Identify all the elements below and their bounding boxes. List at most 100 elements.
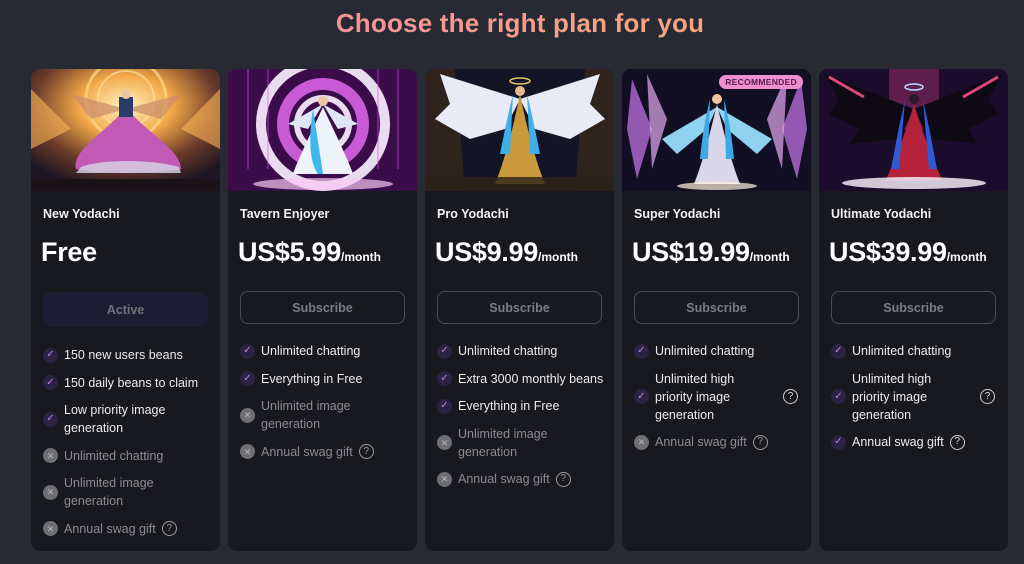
- help-icon[interactable]: ?: [161, 521, 177, 536]
- golden-angel-artwork: [31, 69, 220, 191]
- feature-text: 150 daily beans to claim: [64, 375, 199, 390]
- plan-price: Free: [41, 237, 97, 268]
- subscribe-button[interactable]: Subscribe: [634, 291, 799, 324]
- plan-cards: New Yodachi Free Active ✓ 150 new users bean…: [31, 69, 1008, 551]
- feature-text: Unlimited chatting: [64, 448, 164, 463]
- subscribe-button[interactable]: Subscribe: [831, 291, 996, 324]
- feature-text: Annual swag gift: [261, 444, 353, 459]
- plan-price: US$9.99/month: [435, 237, 578, 268]
- feature-item: ✓ Extra 3000 monthly beans: [437, 370, 607, 388]
- feature-item: ✕ Unlimited image generation: [43, 474, 213, 510]
- price-period: /month: [537, 250, 578, 264]
- feature-item: ✓ Everything in Free: [437, 397, 607, 415]
- feature-text: Unlimited image generation: [64, 476, 154, 508]
- feature-item: ✓ Everything in Free: [240, 370, 410, 388]
- check-icon: ✓: [831, 434, 846, 450]
- plan-card: Pro Yodachi US$9.99/month Subscribe ✓ Unlimi…: [425, 69, 614, 551]
- feature-text: Unlimited high priority image generation: [852, 371, 932, 422]
- feature-item: ✓ Unlimited high priority image generatio…: [831, 370, 1001, 424]
- price-amount: US$19.99: [632, 237, 750, 267]
- plan-name: Super Yodachi: [634, 207, 721, 221]
- plan-name: New Yodachi: [43, 207, 120, 221]
- feature-item: ✓ Unlimited high priority image generatio…: [634, 370, 804, 424]
- price-period: /month: [340, 250, 381, 264]
- cross-icon: ✕: [43, 484, 58, 500]
- cross-icon: ✕: [437, 471, 452, 487]
- feature-text: Annual swag gift: [852, 435, 944, 449]
- page-title: Choose the right plan for you: [0, 8, 1024, 39]
- help-icon[interactable]: ?: [783, 389, 798, 404]
- feature-text: Annual swag gift: [655, 435, 747, 449]
- feature-item: ✓ 150 daily beans to claim: [43, 374, 213, 392]
- feature-item: ✕ Unlimited image generation: [240, 397, 410, 433]
- cross-icon: ✕: [634, 434, 649, 450]
- check-icon: ✓: [240, 371, 255, 386]
- feature-list: ✓ 150 new users beans ✓ 150 daily beans to …: [43, 346, 213, 547]
- help-icon[interactable]: ?: [555, 471, 571, 487]
- feature-item: ✓ Unlimited chatting: [634, 342, 804, 360]
- feature-text: Everything in Free: [458, 399, 560, 413]
- feature-text: Low priority image generation: [64, 403, 166, 435]
- neon-circle-angel-artwork: [228, 69, 417, 191]
- price-amount: US$39.99: [829, 237, 947, 267]
- feature-item: ✕ Annual swag gift?: [634, 433, 804, 451]
- feature-item: ✕ Annual swag gift?: [437, 470, 607, 488]
- white-winged-angel-artwork: [425, 69, 614, 191]
- cross-icon: ✕: [437, 435, 452, 450]
- help-icon[interactable]: ?: [949, 434, 965, 450]
- feature-list: ✓ Unlimited chatting ✓ Everything in Free ✕ U…: [240, 342, 410, 470]
- feature-text: Unlimited chatting: [655, 344, 755, 358]
- feature-text: Unlimited image generation: [458, 426, 548, 459]
- check-icon: ✓: [43, 375, 58, 390]
- check-icon: ✓: [437, 398, 452, 414]
- feature-text: Unlimited chatting: [261, 344, 361, 358]
- recommended-badge: RECOMMENDED: [719, 75, 803, 89]
- price-period: /month: [749, 250, 790, 264]
- check-icon: ✓: [634, 389, 649, 404]
- feature-item: ✓ Low priority image generation: [43, 401, 213, 437]
- price-period: /month: [946, 250, 987, 264]
- check-icon: ✓: [831, 343, 846, 359]
- check-icon: ✓: [634, 343, 649, 359]
- cross-icon: ✕: [240, 444, 255, 459]
- price-amount: Free: [41, 237, 97, 267]
- check-icon: ✓: [43, 347, 58, 363]
- plan-card: Ultimate Yodachi US$39.99/month Subscribe ✓…: [819, 69, 1008, 551]
- plan-price: US$5.99/month: [238, 237, 381, 268]
- price-amount: US$5.99: [238, 237, 341, 267]
- feature-text: Unlimited chatting: [852, 344, 952, 358]
- feature-item: ✓ Unlimited chatting: [437, 342, 607, 360]
- check-icon: ✓: [437, 371, 452, 386]
- plan-card: RECOMMENDED Super Yodachi US$19.99/month Su…: [622, 69, 811, 551]
- feature-text: Annual swag gift: [458, 472, 550, 486]
- help-icon[interactable]: ?: [752, 434, 768, 450]
- feature-item: ✓ 150 new users beans: [43, 346, 213, 364]
- feature-list: ✓ Unlimited chatting ✓ Unlimited high prior…: [831, 342, 1001, 461]
- check-icon: ✓: [240, 343, 255, 359]
- help-icon[interactable]: ?: [980, 389, 995, 404]
- cross-icon: ✕: [43, 448, 58, 463]
- feature-text: Unlimited chatting: [458, 344, 558, 358]
- plan-name: Ultimate Yodachi: [831, 207, 932, 221]
- feature-text: 150 new users beans: [64, 348, 183, 362]
- check-icon: ✓: [831, 389, 846, 404]
- feature-item: ✕ Unlimited image generation: [437, 425, 607, 461]
- cross-icon: ✕: [240, 407, 255, 423]
- cross-icon: ✕: [43, 521, 58, 536]
- active-plan-button[interactable]: Active: [43, 292, 208, 327]
- plan-price: US$39.99/month: [829, 237, 987, 268]
- feature-list: ✓ Unlimited chatting ✓ Unlimited high prior…: [634, 342, 804, 461]
- feature-item: ✕ Annual swag gift?: [43, 520, 213, 538]
- help-icon[interactable]: ?: [358, 444, 374, 459]
- subscribe-button[interactable]: Subscribe: [240, 291, 405, 324]
- dark-winged-angel-artwork: [819, 69, 1008, 191]
- plan-price: US$19.99/month: [632, 237, 790, 268]
- feature-list: ✓ Unlimited chatting ✓ Extra 3000 monthly b…: [437, 342, 607, 498]
- feature-item: ✕ Annual swag gift?: [240, 443, 410, 461]
- plan-card: Tavern Enjoyer US$5.99/month Subscribe ✓ Unl…: [228, 69, 417, 551]
- subscribe-button[interactable]: Subscribe: [437, 291, 602, 324]
- feature-item: ✓ Unlimited chatting: [831, 342, 1001, 360]
- plan-name: Tavern Enjoyer: [240, 207, 330, 221]
- plan-name: Pro Yodachi: [437, 207, 509, 221]
- feature-text: Unlimited image generation: [261, 399, 351, 431]
